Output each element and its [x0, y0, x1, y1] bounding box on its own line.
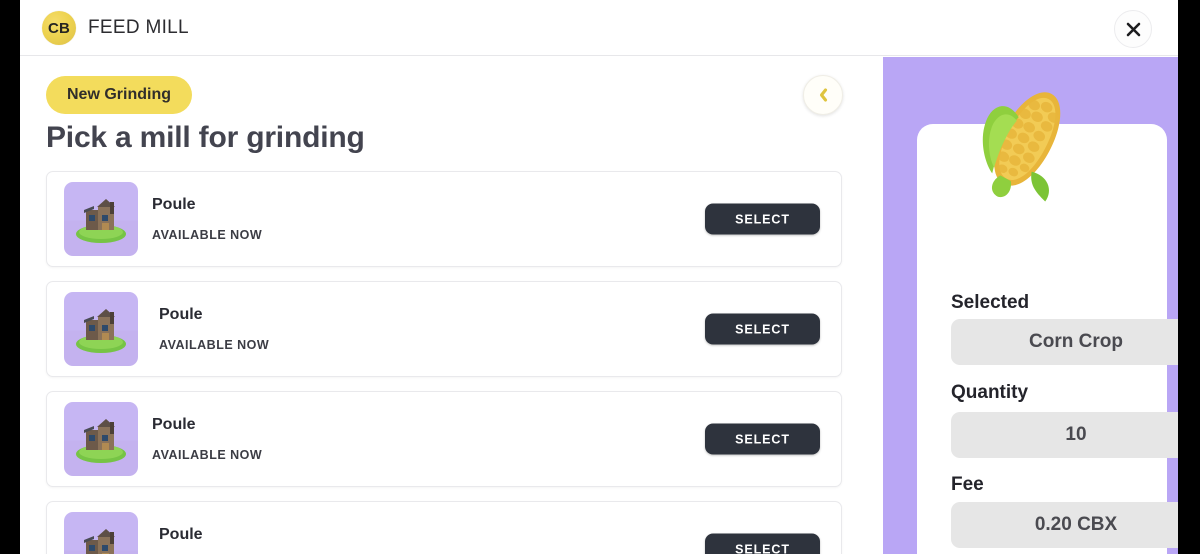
mill-name: Poule — [152, 196, 196, 213]
crop-summary-card: Selected Corn Crop Quantity 10 Fee 0.20 … — [917, 124, 1178, 554]
app-root: CB FEED MILL New Grinding Pick a mill fo… — [0, 0, 1200, 554]
quantity-value: 10 — [951, 412, 1178, 458]
mill-info: Poule AVAILABLE NOW — [159, 306, 269, 352]
fee-label: Fee — [951, 474, 984, 495]
mill-building-icon — [84, 529, 115, 554]
mill-building-icon — [76, 309, 126, 353]
mill-thumbnail — [64, 292, 138, 366]
mill-name: Poule — [152, 416, 196, 433]
mill-status: AVAILABLE NOW — [152, 448, 263, 462]
mill-list-item[interactable]: Poule AVAILABLE NOW SELECT — [46, 171, 842, 267]
new-grinding-badge[interactable]: New Grinding — [46, 76, 192, 114]
mill-building-icon — [76, 419, 126, 463]
mill-status: AVAILABLE NOW — [159, 338, 270, 352]
mill-list-item[interactable]: Poule AVAILABLE NOW SELECT — [46, 281, 842, 377]
quantity-label: Quantity — [951, 382, 1029, 403]
mill-status: AVAILABLE NOW — [152, 228, 263, 242]
mill-info: Poule AVAILABLE NOW — [152, 196, 262, 242]
close-icon — [1126, 22, 1140, 36]
mill-thumbnail — [64, 182, 138, 256]
mill-list-item[interactable]: Poule AVAILABLE NOW SELECT — [46, 501, 842, 554]
chevron-left-icon — [819, 88, 828, 102]
mill-building-icon — [76, 199, 126, 243]
select-button[interactable]: SELECT — [705, 533, 820, 554]
window-title: FEED MILL — [88, 17, 189, 38]
page-title: Pick a mill for grinding — [46, 121, 365, 154]
brand: CB FEED MILL — [42, 11, 189, 45]
select-button[interactable]: SELECT — [705, 203, 820, 235]
close-button[interactable] — [1114, 10, 1152, 48]
back-button[interactable] — [803, 75, 843, 115]
mill-thumbnail — [64, 512, 138, 554]
mill-name: Poule — [159, 526, 203, 543]
mill-list-item[interactable]: Poule AVAILABLE NOW SELECT — [46, 391, 842, 487]
mill-picker-pane: New Grinding Pick a mill for grinding Po… — [20, 57, 863, 554]
select-button[interactable]: SELECT — [705, 313, 820, 345]
selected-label: Selected — [951, 292, 1030, 313]
mill-name: Poule — [159, 306, 203, 323]
mill-info: Poule AVAILABLE NOW — [152, 416, 262, 462]
feed-mill-modal: CB FEED MILL New Grinding Pick a mill fo… — [20, 0, 1178, 554]
mill-thumbnail — [64, 402, 138, 476]
select-button[interactable]: SELECT — [705, 423, 820, 455]
mill-info: Poule AVAILABLE NOW — [159, 526, 269, 554]
mill-list: Poule AVAILABLE NOW SELECT Poule AVAILAB… — [46, 171, 842, 554]
modal-header: CB FEED MILL — [20, 0, 1178, 56]
selected-value: Corn Crop — [951, 319, 1178, 365]
cb-logo-icon: CB — [42, 11, 76, 45]
fee-value: 0.20 CBX — [951, 502, 1178, 548]
crop-summary-sidebar: Selected Corn Crop Quantity 10 Fee 0.20 … — [883, 57, 1178, 554]
